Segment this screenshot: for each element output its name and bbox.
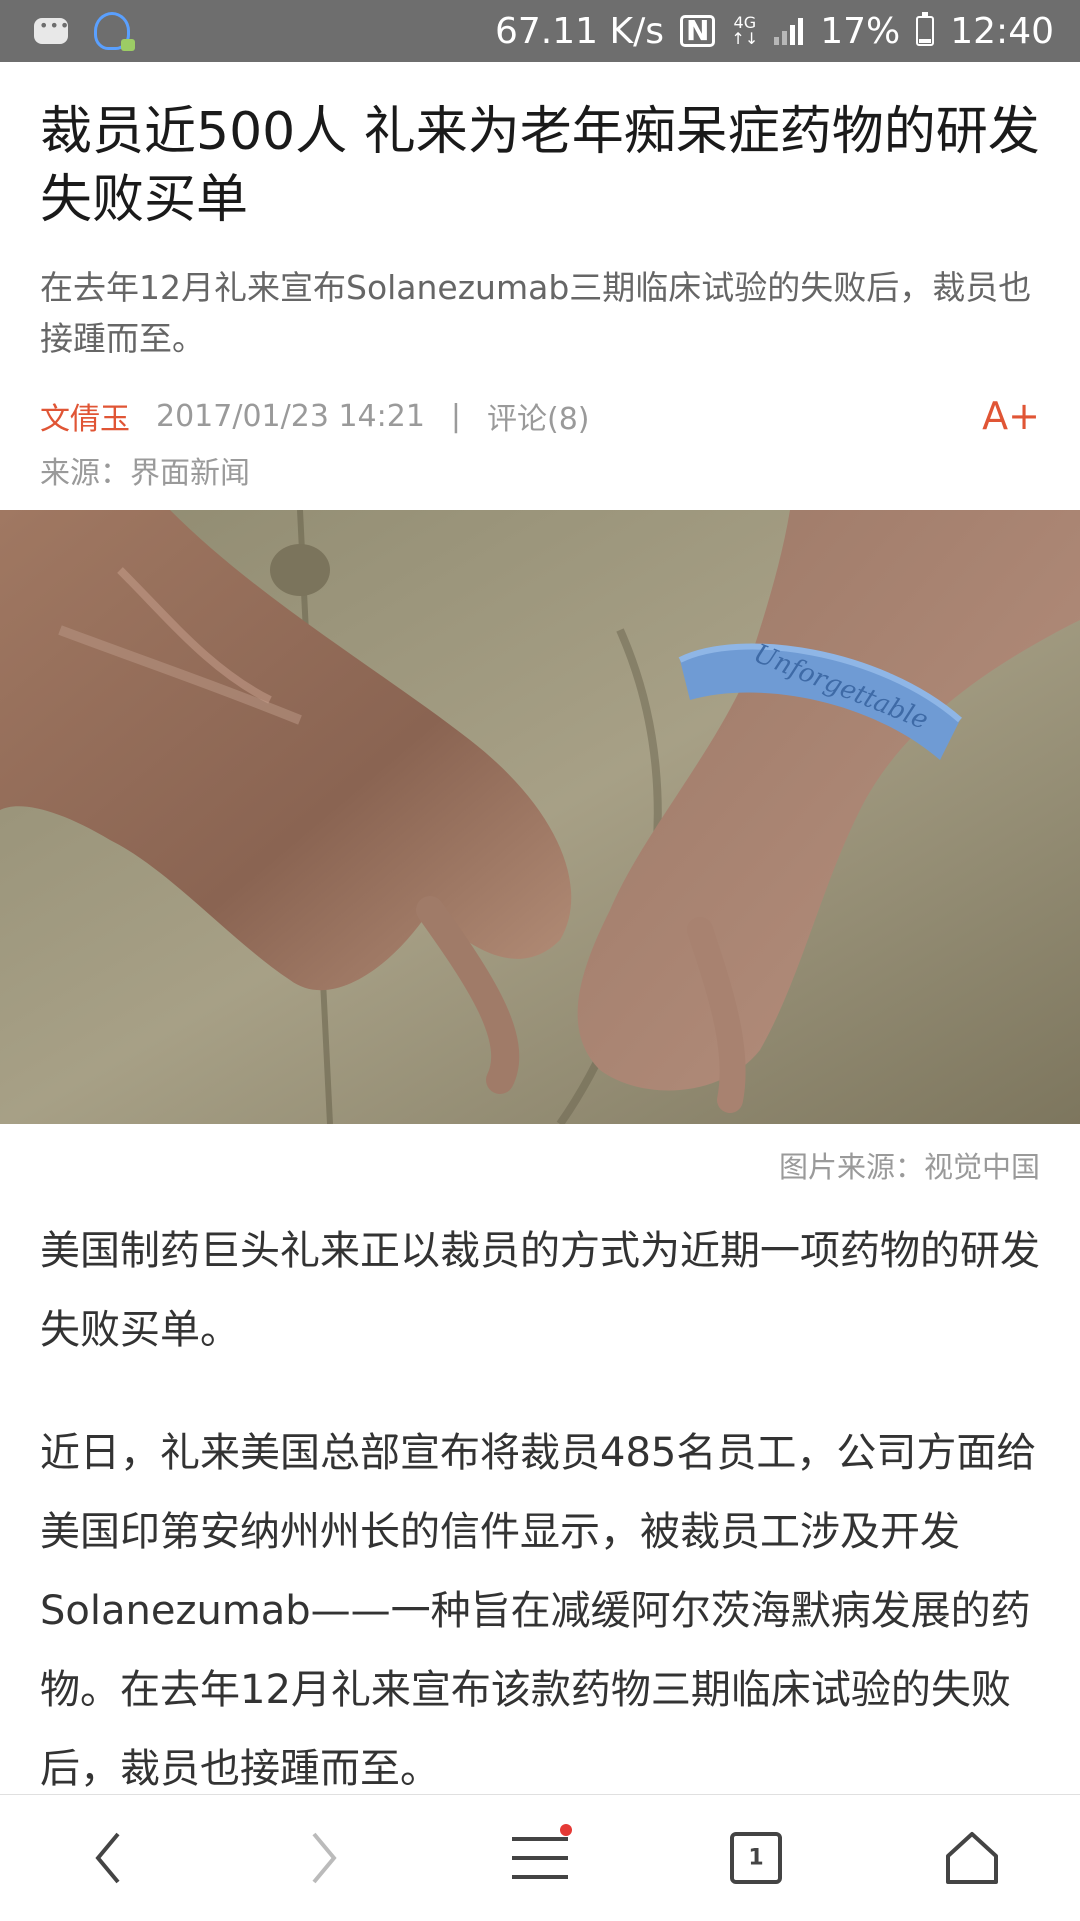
chat-bubble-icon bbox=[34, 16, 70, 44]
nfc-icon: N bbox=[679, 15, 716, 47]
image-caption: 图片来源：视觉中国 bbox=[778, 1150, 1040, 1184]
network-activity-icon: ↑↓ bbox=[731, 29, 759, 48]
menu-button[interactable] bbox=[480, 1808, 600, 1908]
network-speed: 67.11 K/s bbox=[494, 10, 664, 52]
back-icon bbox=[95, 1832, 120, 1884]
clock: 12:40 bbox=[950, 10, 1054, 52]
status-bar: 67.11 K/s N 4G ↑↓ 17% 12:40 bbox=[0, 0, 1080, 62]
menu-icon bbox=[512, 1837, 568, 1879]
home-icon bbox=[946, 1832, 998, 1884]
article-header: 裁员近500人 礼来为老年痴呆症药物的研发失败买单 在去年12月礼来宣布Sola… bbox=[0, 62, 1080, 492]
bottom-navigation: 1 bbox=[0, 1794, 1080, 1921]
paragraph: 美国制药巨头礼来正以裁员的方式为近期一项药物的研发失败买单。 bbox=[40, 1228, 1040, 1353]
article-photo[interactable]: Unforgettable bbox=[0, 510, 1080, 1124]
home-button[interactable] bbox=[912, 1808, 1032, 1908]
paragraph: 近日，礼来美国总部宣布将裁员485名员工，公司方面给美国印第安纳州州长的信件显示… bbox=[40, 1430, 1037, 1792]
app-notification-icon bbox=[94, 12, 135, 51]
notification-dot bbox=[560, 1824, 572, 1836]
article-meta: 文倩玉 2017/01/23 14:21 | 评论(8) A+ bbox=[40, 394, 1040, 438]
font-size-button[interactable]: A+ bbox=[982, 394, 1040, 438]
signal-icon bbox=[774, 17, 804, 45]
comments-link[interactable]: 评论(8) bbox=[487, 394, 590, 438]
article-summary: 在去年12月礼来宣布Solanezumab三期临床试验的失败后，裁员也接踵而至。 bbox=[40, 268, 1032, 358]
forward-button[interactable] bbox=[264, 1808, 384, 1908]
battery-percent: 17% bbox=[820, 10, 901, 52]
article-body: 美国制药巨头礼来正以裁员的方式为近期一项药物的研发失败买单。 近日，礼来美国总部… bbox=[40, 1212, 1040, 1853]
publish-date: 2017/01/23 14:21 bbox=[156, 398, 425, 434]
forward-icon bbox=[312, 1832, 337, 1884]
tab-count: 1 bbox=[748, 1845, 764, 1871]
hands-with-wristband-image: Unforgettable bbox=[0, 510, 1080, 1124]
article-source: 来源：界面新闻 bbox=[40, 456, 250, 491]
tabs-button[interactable]: 1 bbox=[696, 1808, 816, 1908]
battery-icon bbox=[916, 12, 935, 46]
author-link[interactable]: 文倩玉 bbox=[40, 394, 130, 438]
meta-separator: | bbox=[450, 398, 462, 434]
network-type: 4G ↑↓ bbox=[731, 15, 758, 47]
back-button[interactable] bbox=[48, 1808, 168, 1908]
article-title: 裁员近500人 礼来为老年痴呆症药物的研发失败买单 bbox=[40, 102, 1040, 230]
